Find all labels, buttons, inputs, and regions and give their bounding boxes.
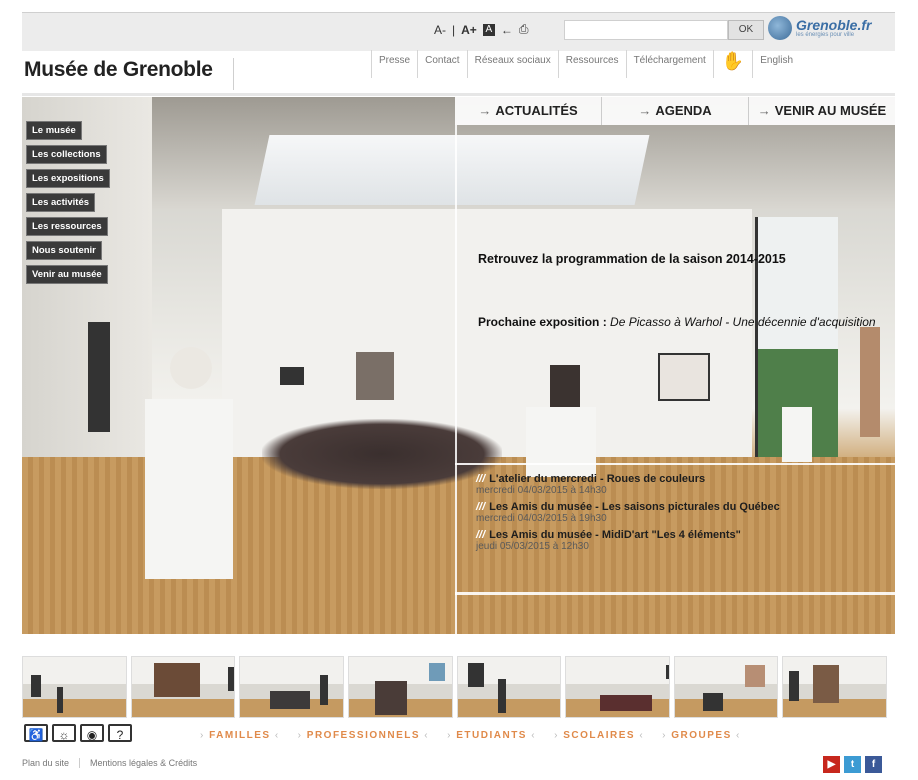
gallery-thumbnail[interactable] — [456, 656, 562, 718]
visual-impairment-icon[interactable]: ◉ — [80, 724, 104, 742]
font-larger-button[interactable]: A+ — [461, 23, 477, 37]
sign-language-icon[interactable]: ✋ — [712, 50, 752, 78]
social-links: ▶ t f — [823, 756, 882, 773]
tab-actualites[interactable]: → ACTUALITÉS — [455, 97, 602, 125]
footer-links: Plan du site Mentions légales & Crédits — [22, 758, 207, 768]
contrast-icon[interactable]: A — [482, 23, 495, 36]
legal-link[interactable]: Mentions légales & Crédits — [79, 758, 207, 768]
menu-le-musee[interactable]: Le musée — [26, 121, 82, 140]
event-date: jeudi 05/03/2015 à 12h30 — [476, 541, 589, 552]
nav-social-networks[interactable]: Réseaux sociaux — [466, 50, 558, 78]
bullet-icon: /// — [476, 501, 486, 513]
menu-collections[interactable]: Les collections — [26, 145, 107, 164]
site-title[interactable]: Musée de Grenoble — [24, 58, 213, 82]
grid-line — [455, 125, 457, 634]
event-title: L'atelier du mercredi - Roues de couleur… — [489, 473, 706, 485]
twitter-icon[interactable]: t — [844, 756, 861, 773]
title-divider — [233, 58, 234, 90]
audience-nav: › FAMILLES ‹ › PROFESSIONNELS ‹ › ETUDIA… — [200, 730, 741, 741]
gallery-thumbnail[interactable] — [130, 656, 236, 718]
nav-english[interactable]: English — [752, 50, 800, 78]
nav-presse[interactable]: Presse — [371, 50, 417, 78]
search-ok-button[interactable]: OK — [728, 20, 764, 40]
event-date: mercredi 04/03/2015 à 19h30 — [476, 513, 607, 524]
event-list: ///L'atelier du mercredi - Roues de coul… — [476, 473, 780, 557]
event-date: mercredi 04/03/2015 à 14h30 — [476, 485, 607, 496]
wheelchair-icon[interactable]: ♿ — [24, 724, 48, 742]
font-smaller-button[interactable]: A- — [434, 23, 446, 37]
menu-venir-au-musee[interactable]: Venir au musée — [26, 265, 108, 284]
back-arrow-icon[interactable]: ← — [501, 23, 513, 37]
audience-scolaires[interactable]: › SCOLAIRES ‹ — [554, 730, 644, 741]
arrow-right-icon: → — [638, 103, 652, 118]
globe-icon — [768, 16, 792, 40]
audience-etudiants[interactable]: › ETUDIANTS ‹ — [447, 730, 536, 741]
event-item[interactable]: ///L'atelier du mercredi - Roues de coul… — [476, 473, 780, 496]
next-exhibition-title: De Picasso à Warhol - Une décennie d'acq… — [610, 315, 876, 329]
gallery-thumbnail-strip — [22, 656, 887, 718]
main-menu: Le musée Les collections Les expositions… — [26, 121, 110, 289]
grid-line — [455, 592, 895, 595]
gallery-thumbnail[interactable] — [782, 656, 887, 718]
quick-tabs: → ACTUALITÉS → AGENDA → VENIR AU MUSÉE — [455, 97, 895, 125]
menu-nous-soutenir[interactable]: Nous soutenir — [26, 241, 102, 260]
event-title: Les Amis du musée - MidiD'art "Les 4 élé… — [489, 529, 741, 541]
gallery-thumbnail[interactable] — [565, 656, 670, 718]
gallery-thumbnail[interactable] — [239, 656, 344, 718]
nav-ressources[interactable]: Ressources — [557, 50, 626, 78]
nav-contact[interactable]: Contact — [417, 50, 466, 78]
bullet-icon: /// — [476, 473, 486, 485]
menu-expositions[interactable]: Les expositions — [26, 169, 110, 188]
top-toolbar: A- | A+ A ← ⎙ OK Grenoble.fr les énergie… — [22, 12, 895, 51]
bullet-icon: /// — [476, 529, 486, 541]
search-input[interactable] — [564, 20, 728, 40]
grenoble-fr-logo[interactable]: Grenoble.fr les énergies pour ville — [768, 16, 871, 40]
accessibility-icons: ♿ ☼ ◉ ? — [24, 724, 132, 742]
gallery-thumbnail[interactable] — [673, 656, 779, 718]
event-item[interactable]: ///Les Amis du musée - Les saisons pictu… — [476, 501, 780, 524]
next-exhibition-link[interactable]: Prochaine exposition : De Picasso à Warh… — [478, 315, 883, 329]
tab-agenda[interactable]: → AGENDA — [602, 97, 749, 125]
grenoble-logo-text: Grenoble.fr — [796, 17, 872, 33]
nav-telechargement[interactable]: Téléchargement — [625, 50, 713, 78]
youtube-icon[interactable]: ▶ — [823, 756, 840, 773]
grid-line — [455, 463, 895, 465]
utility-nav: Presse Contact Réseaux sociaux Ressource… — [371, 50, 800, 78]
audience-groupes[interactable]: › GROUPES ‹ — [662, 730, 741, 741]
gallery-thumbnail[interactable] — [22, 656, 127, 718]
audience-professionnels[interactable]: › PROFESSIONNELS ‹ — [298, 730, 429, 741]
menu-activites[interactable]: Les activités — [26, 193, 96, 212]
tab-venir-au-musee[interactable]: → VENIR AU MUSÉE — [749, 97, 895, 125]
audience-familles[interactable]: › FAMILLES ‹ — [200, 730, 280, 741]
arrow-right-icon: → — [478, 103, 492, 118]
hearing-icon[interactable]: ☼ — [52, 724, 76, 742]
gallery-thumbnail[interactable] — [347, 656, 453, 718]
facebook-icon[interactable]: f — [865, 756, 882, 773]
event-item[interactable]: ///Les Amis du musée - MidiD'art "Les 4 … — [476, 529, 780, 552]
print-icon[interactable]: ⎙ — [519, 22, 529, 37]
season-promo-link[interactable]: Retrouvez la programmation de la saison … — [478, 252, 786, 266]
cognitive-icon[interactable]: ? — [108, 724, 132, 742]
arrow-right-icon: → — [757, 103, 771, 118]
next-exhibition-label: Prochaine exposition : — [478, 315, 607, 329]
accessibility-tools: A- | A+ A ← ⎙ — [434, 22, 529, 37]
event-title: Les Amis du musée - Les saisons pictural… — [489, 501, 780, 513]
sitemap-link[interactable]: Plan du site — [22, 758, 79, 768]
header-divider — [22, 93, 895, 96]
menu-ressources[interactable]: Les ressources — [26, 217, 108, 236]
